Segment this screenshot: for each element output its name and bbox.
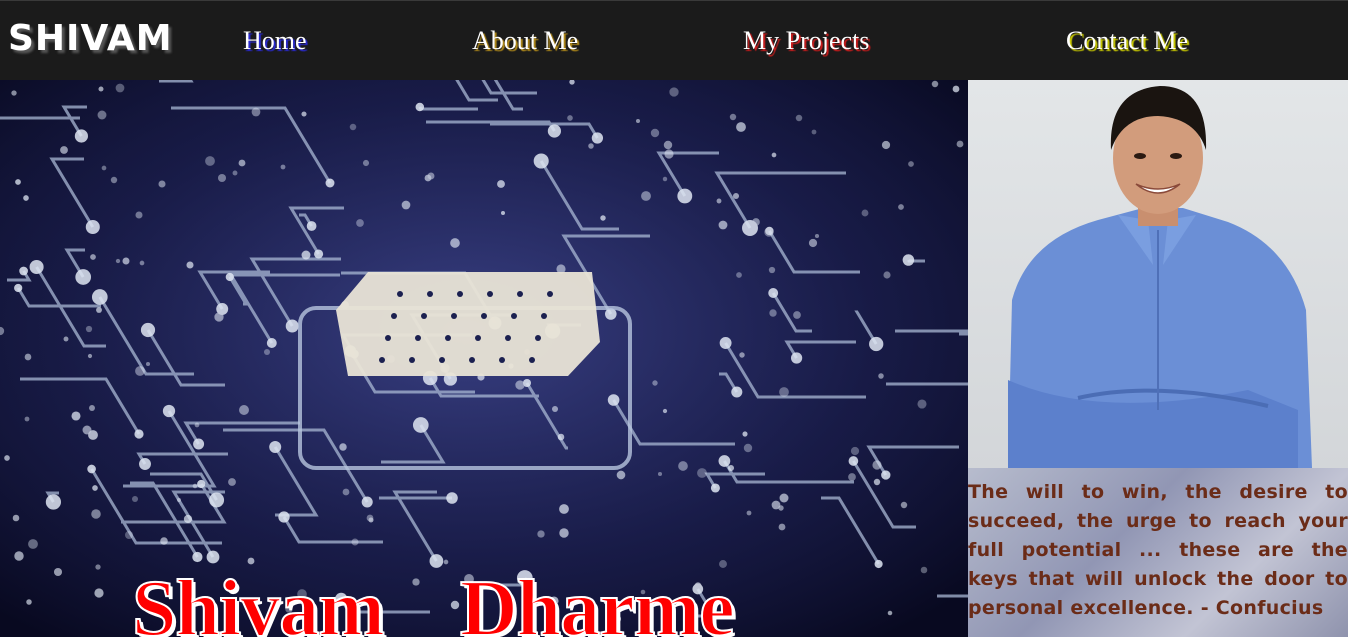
circuit-board-image — [0, 80, 968, 637]
person-icon — [1008, 86, 1312, 468]
nav-link-home[interactable]: Home — [243, 25, 307, 57]
hero-section: Shivam Dharme — [0, 80, 968, 637]
navbar: SHIVAM Home About Me My Projects Contact… — [0, 0, 1348, 80]
hero-name: Shivam Dharme — [131, 565, 736, 637]
nav-link-about[interactable]: About Me — [472, 25, 578, 57]
nav-link-projects[interactable]: My Projects — [743, 25, 869, 57]
nav-link-contact[interactable]: Contact Me — [1066, 25, 1188, 57]
quote-panel: The will to win, the desire to succeed, … — [968, 468, 1348, 637]
profile-photo — [968, 80, 1348, 468]
quote-text: The will to win, the desire to succeed, … — [968, 481, 1348, 619]
brand-logo[interactable]: SHIVAM — [8, 19, 173, 59]
